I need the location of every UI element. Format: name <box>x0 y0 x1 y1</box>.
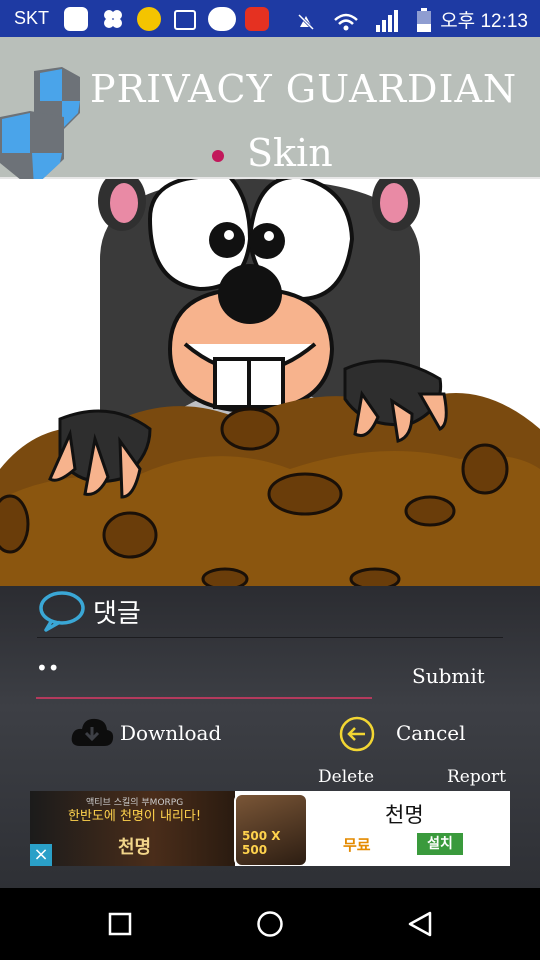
ad-close-button[interactable]: × <box>30 844 52 866</box>
ad-game-art: 액티브 스킬의 부MORPG 한반도에 천명이 내리다! 천명 <box>30 791 235 866</box>
carrier-label: SKT <box>14 8 50 28</box>
navigation-bar <box>0 888 540 960</box>
cancel-back-icon[interactable] <box>338 715 376 753</box>
app-title: PRIVACY GUARDIAN <box>90 67 518 111</box>
comment-input[interactable]: •• <box>36 656 60 680</box>
comment-input-underline <box>36 697 372 699</box>
wifi-icon <box>333 12 359 37</box>
download-button[interactable]: Download <box>120 721 221 745</box>
recent-apps-icon[interactable] <box>108 912 132 936</box>
ad-thumb-badge: 500 X 500 <box>242 829 281 857</box>
shield-logo-icon <box>0 67 80 187</box>
emoji-icon <box>64 7 88 31</box>
skin-preview-image[interactable] <box>0 179 540 586</box>
bullet-dot <box>212 150 224 162</box>
ad-app-thumbnail: 500 X 500 <box>234 793 308 866</box>
ad-headline: 한반도에 천명이 내리다! <box>68 809 202 824</box>
baskin-31-icon <box>137 7 161 31</box>
report-button[interactable]: Report <box>447 767 506 787</box>
app-header: PRIVACY GUARDIAN Skin <box>0 37 540 187</box>
ad-install-button[interactable]: 설치 <box>417 833 463 855</box>
pizza-hut-icon <box>245 7 269 31</box>
cloud-download-icon[interactable] <box>70 716 114 748</box>
page-subtitle: Skin <box>247 131 333 175</box>
home-icon[interactable] <box>256 910 284 938</box>
clover-icon <box>101 7 125 31</box>
gallery-icon <box>174 10 196 30</box>
silent-icon <box>296 12 316 37</box>
battery-icon <box>417 8 432 37</box>
kakaotalk-icon <box>208 7 236 31</box>
clock: 오후 12:13 <box>440 11 528 32</box>
ad-banner[interactable]: 액티브 스킬의 부MORPG 한반도에 천명이 내리다! 천명 500 X 50… <box>30 791 510 866</box>
back-icon[interactable] <box>406 910 434 938</box>
signal-icon <box>376 10 400 37</box>
mole-illustration <box>0 179 540 586</box>
divider <box>37 637 503 638</box>
submit-button[interactable]: Submit <box>412 664 485 688</box>
comment-title: 댓글 <box>93 599 141 629</box>
speech-bubble-icon <box>39 591 85 632</box>
cancel-button[interactable]: Cancel <box>396 721 466 745</box>
ad-logo-text: 천명 <box>118 837 152 858</box>
status-bar: SKT 오후 12:13 <box>0 0 540 37</box>
ad-game-title: 천명 <box>385 803 424 827</box>
delete-button[interactable]: Delete <box>318 767 374 787</box>
ad-free-label: 무료 <box>343 836 371 854</box>
